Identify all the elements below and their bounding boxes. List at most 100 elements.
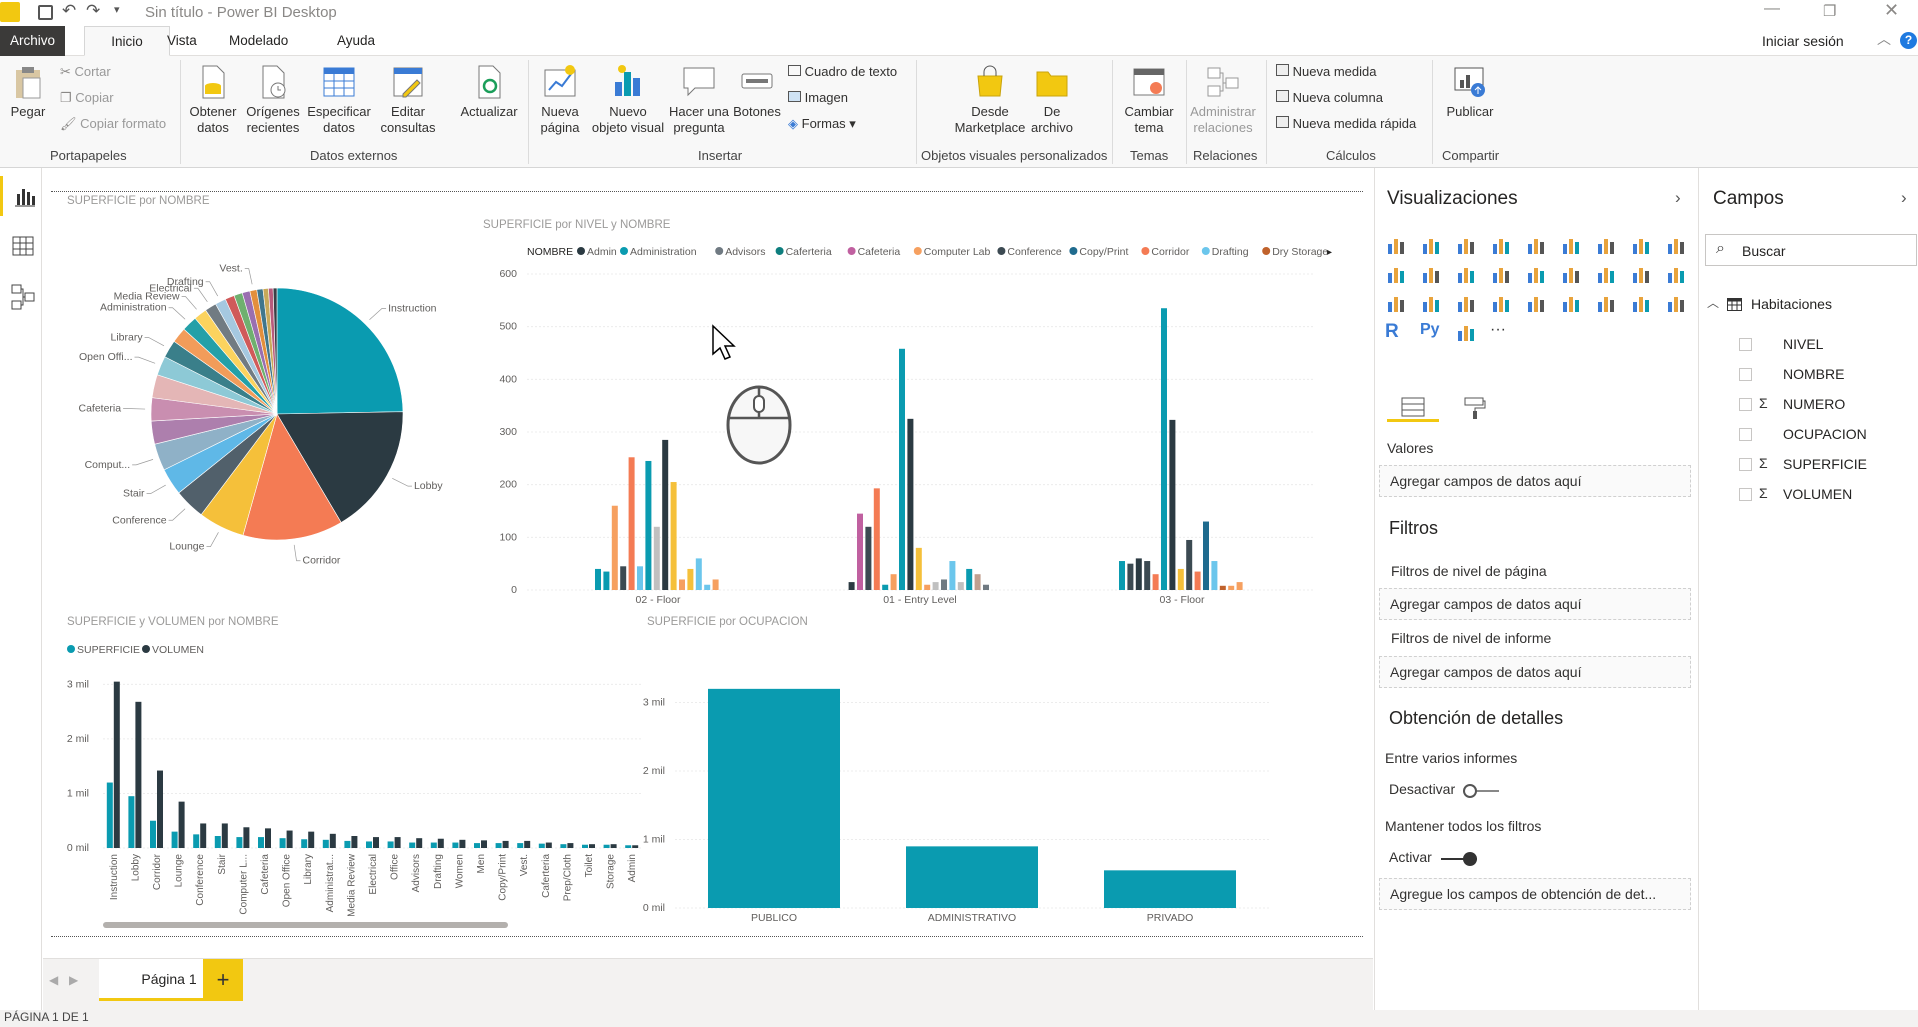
keep-filters-toggle[interactable] bbox=[1441, 852, 1477, 866]
map-icon[interactable] bbox=[1665, 263, 1687, 285]
stacked-area-icon[interactable] bbox=[1665, 234, 1687, 256]
collapse-fields-icon[interactable]: › bbox=[1901, 188, 1907, 208]
buttons-button[interactable]: Botones bbox=[732, 64, 782, 120]
field-checkbox[interactable] bbox=[1739, 458, 1752, 471]
edit-queries-button[interactable]: Editar consultas bbox=[378, 64, 438, 136]
funnel-icon[interactable] bbox=[1420, 292, 1442, 314]
drillthrough-well[interactable]: Agregue los campos de obtención de det..… bbox=[1379, 878, 1691, 910]
quick-access-dropdown-icon[interactable]: ▾ bbox=[114, 3, 120, 16]
prev-page-icon[interactable]: ◀ bbox=[49, 973, 58, 987]
new-quick-measure-button[interactable]: Nueva medida rápida bbox=[1276, 116, 1416, 131]
publish-button[interactable]: Publicar bbox=[1440, 64, 1500, 120]
gauge-icon[interactable] bbox=[1455, 292, 1477, 314]
cross-report-toggle[interactable] bbox=[1463, 784, 1499, 798]
tab-vista[interactable]: Vista bbox=[157, 26, 207, 56]
ask-question-button[interactable]: Hacer una pregunta bbox=[668, 64, 730, 136]
table-node[interactable]: ︿ Habitaciones bbox=[1705, 294, 1915, 314]
field-checkbox[interactable] bbox=[1739, 488, 1752, 501]
undo-icon[interactable]: ↶ bbox=[62, 1, 76, 21]
next-page-icon[interactable]: ▶ bbox=[69, 973, 78, 987]
data-view-button[interactable] bbox=[0, 228, 42, 264]
waterfall-icon[interactable] bbox=[1490, 263, 1512, 285]
python-visual-icon[interactable]: Py bbox=[1420, 321, 1442, 343]
clustered-column-icon[interactable] bbox=[1490, 234, 1512, 256]
model-view-button[interactable] bbox=[0, 278, 42, 314]
manage-relationships-button[interactable]: Administrar relaciones bbox=[1188, 64, 1258, 136]
line-column-icon[interactable] bbox=[1385, 263, 1407, 285]
occupancy-chart[interactable]: 0 mil 1 mil 2 mil 3 mil PUBLICO ADMINISTRATIV… bbox=[639, 638, 1279, 928]
line-clustered-icon[interactable] bbox=[1420, 263, 1442, 285]
table-visual-icon[interactable] bbox=[1630, 292, 1652, 314]
field-item[interactable]: Σ SUPERFICIE bbox=[1705, 454, 1915, 476]
arcgis-icon[interactable] bbox=[1455, 321, 1477, 343]
pie-icon[interactable] bbox=[1560, 263, 1582, 285]
from-file-button[interactable]: De archivo bbox=[1030, 64, 1074, 136]
clustered-bar-icon[interactable] bbox=[1455, 234, 1477, 256]
format-tab[interactable] bbox=[1451, 396, 1503, 422]
close-icon[interactable]: ✕ bbox=[1884, 0, 1899, 21]
tab-ayuda[interactable]: Ayuda bbox=[327, 26, 385, 56]
new-page-button[interactable]: Nueva página bbox=[532, 64, 588, 136]
get-data-button[interactable]: Obtener datos bbox=[186, 64, 240, 136]
field-checkbox[interactable] bbox=[1739, 368, 1752, 381]
field-item[interactable]: OCUPACION bbox=[1705, 424, 1915, 446]
report-canvas[interactable]: SUPERFICIE por NOMBRE Instruction Lobby Co… bbox=[43, 168, 1373, 958]
field-item[interactable]: Σ VOLUMEN bbox=[1705, 484, 1915, 506]
switch-theme-button[interactable]: Cambiar tema bbox=[1118, 64, 1180, 136]
tab-modelado[interactable]: Modelado bbox=[219, 26, 298, 56]
report-filters-well[interactable]: Agregar campos de datos aquí bbox=[1379, 656, 1691, 688]
field-item[interactable]: NIVEL bbox=[1705, 334, 1915, 356]
stacked-column-icon[interactable] bbox=[1420, 234, 1442, 256]
save-icon[interactable] bbox=[38, 5, 53, 20]
clustered-column-chart[interactable]: NOMBRE Admin Administration Advisors Caferte… bbox=[473, 232, 1333, 612]
area-chart-icon[interactable] bbox=[1630, 234, 1652, 256]
more-visuals-icon[interactable]: ··· bbox=[1490, 321, 1512, 343]
copy-button[interactable]: ❐ Copiar bbox=[60, 90, 114, 106]
signin-link[interactable]: Iniciar sesión bbox=[1762, 33, 1844, 49]
horizontal-scrollbar[interactable] bbox=[103, 922, 508, 928]
surface-volume-chart[interactable]: SUPERFICIE VOLUMEN 0 mil 1 mil 2 mil 3 mil Ins… bbox=[53, 638, 653, 928]
paste-button[interactable]: Pegar bbox=[8, 66, 48, 120]
field-checkbox[interactable] bbox=[1739, 338, 1752, 351]
stacked-bar-icon[interactable] bbox=[1385, 234, 1407, 256]
add-page-button[interactable]: + bbox=[203, 959, 243, 1001]
textbox-button[interactable]: Cuadro de texto bbox=[788, 64, 897, 79]
100-bar-icon[interactable] bbox=[1525, 234, 1547, 256]
enter-data-button[interactable]: Especificar datos bbox=[306, 64, 372, 136]
tab-archivo[interactable]: Archivo bbox=[0, 26, 65, 56]
field-checkbox[interactable] bbox=[1739, 398, 1752, 411]
collapse-ribbon-icon[interactable]: ︿ bbox=[1877, 29, 1891, 49]
new-visual-button[interactable]: Nuevo objeto visual bbox=[590, 64, 666, 136]
line-chart-icon[interactable] bbox=[1595, 234, 1617, 256]
field-item[interactable]: NOMBRE bbox=[1705, 364, 1915, 386]
recent-sources-button[interactable]: Orígenes recientes bbox=[244, 64, 302, 136]
cut-button[interactable]: ✂ Cortar bbox=[60, 64, 111, 80]
matrix-icon[interactable] bbox=[1665, 292, 1687, 314]
maximize-icon[interactable]: ❐ bbox=[1823, 2, 1836, 20]
help-icon[interactable]: ? bbox=[1900, 32, 1917, 49]
refresh-button[interactable]: Actualizar bbox=[456, 64, 522, 120]
treemap-icon[interactable] bbox=[1630, 263, 1652, 285]
report-view-button[interactable] bbox=[0, 176, 42, 216]
pie-chart[interactable]: Instruction Lobby Corridor Lounge Conference… bbox=[51, 208, 491, 608]
scatter-icon[interactable] bbox=[1525, 263, 1547, 285]
fields-search-box[interactable]: ⌕ Buscar bbox=[1705, 234, 1917, 266]
ribbon-chart-icon[interactable] bbox=[1455, 263, 1477, 285]
new-measure-button[interactable]: Nueva medida bbox=[1276, 64, 1376, 79]
from-marketplace-button[interactable]: Desde Marketplace bbox=[950, 64, 1030, 136]
image-button[interactable]: Imagen bbox=[788, 90, 848, 105]
card-icon[interactable] bbox=[1490, 292, 1512, 314]
redo-icon[interactable]: ↷ bbox=[86, 1, 100, 21]
format-painter-button[interactable]: 🖌 Copiar formato bbox=[60, 116, 166, 132]
filled-map-icon[interactable] bbox=[1385, 292, 1407, 314]
kpi-icon[interactable] bbox=[1560, 292, 1582, 314]
slicer-icon[interactable] bbox=[1595, 292, 1617, 314]
100-column-icon[interactable] bbox=[1560, 234, 1582, 256]
collapse-visualizations-icon[interactable]: › bbox=[1675, 188, 1681, 208]
shapes-button[interactable]: ◈ Formas ▾ bbox=[788, 116, 856, 132]
fields-tab[interactable] bbox=[1387, 396, 1439, 422]
r-visual-icon[interactable]: R bbox=[1385, 321, 1407, 343]
new-column-button[interactable]: Nueva columna bbox=[1276, 90, 1383, 105]
field-checkbox[interactable] bbox=[1739, 428, 1752, 441]
field-item[interactable]: Σ NUMERO bbox=[1705, 394, 1915, 416]
